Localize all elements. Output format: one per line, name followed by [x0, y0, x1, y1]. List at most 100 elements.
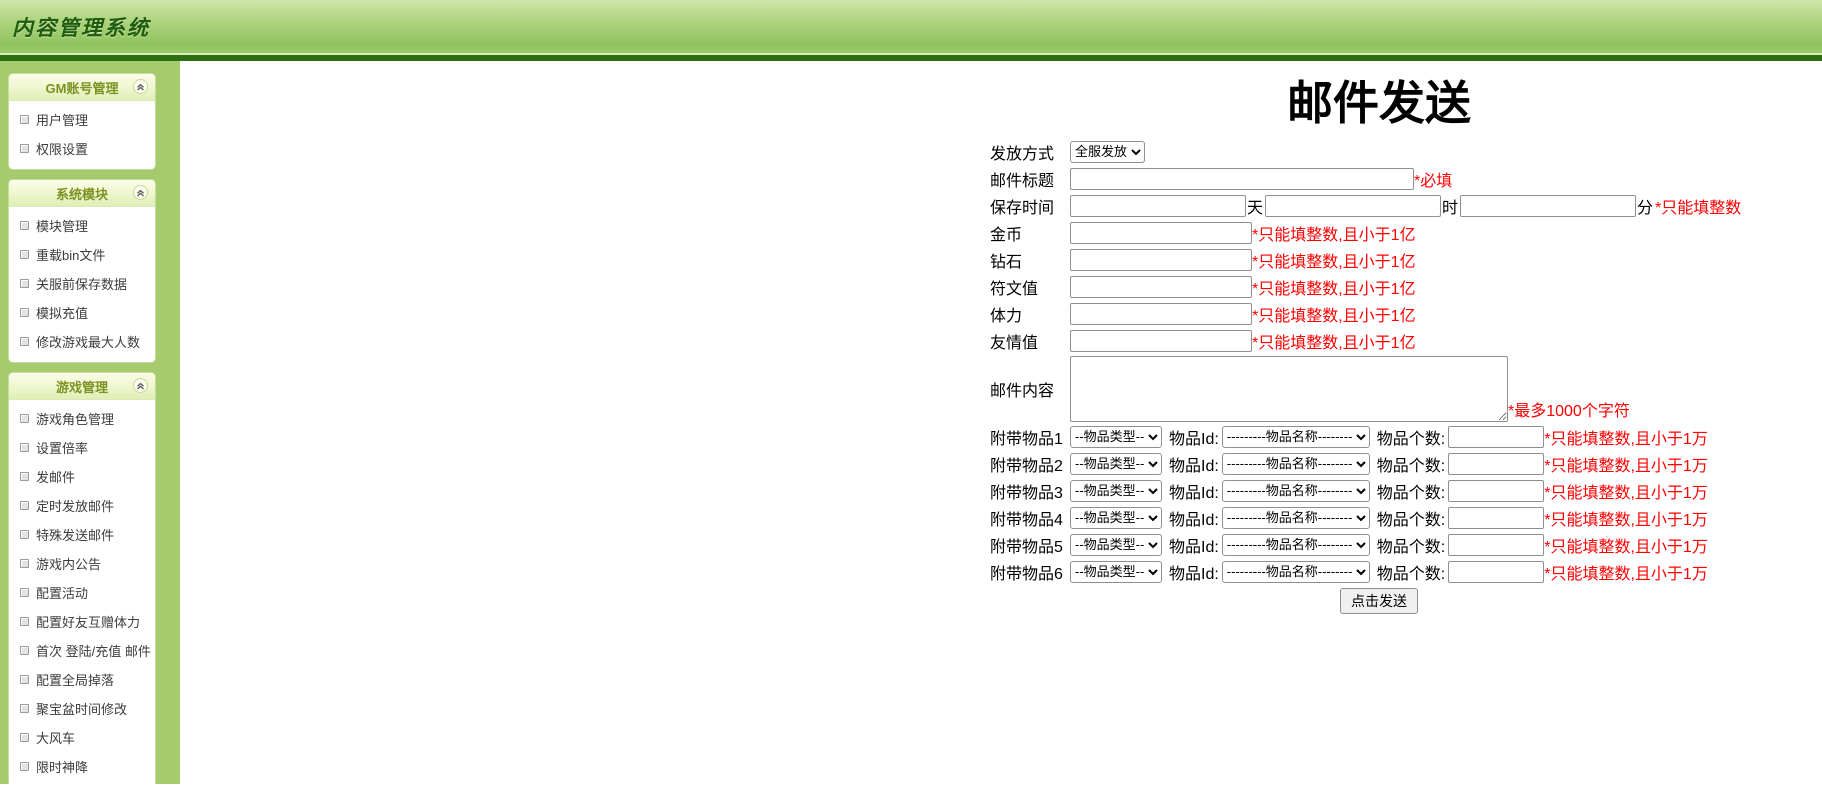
save-time-hours-input[interactable]	[1265, 194, 1442, 217]
friendship-label: 友情值	[990, 334, 1039, 352]
unit-day: 天	[1247, 199, 1264, 217]
item-type-select-4[interactable]: --物品类型--	[1070, 506, 1162, 529]
diamond-label: 钻石	[990, 253, 1023, 271]
item-count-input-6[interactable]	[1448, 560, 1545, 583]
bullet-icon	[20, 646, 29, 655]
sidebar-item-set-multiplier[interactable]: 设置倍率	[9, 433, 155, 462]
page-title: 邮件发送	[1287, 77, 1471, 129]
mail-title-input[interactable]	[1070, 167, 1414, 190]
item-type-select-2[interactable]: --物品类型--	[1070, 452, 1162, 475]
sidebar-item-first-login-recharge-mail[interactable]: 首次 登陆/充值 邮件	[9, 636, 155, 665]
item-name-select-3[interactable]: ---------物品名称--------	[1221, 479, 1370, 502]
rune-label: 符文值	[990, 280, 1039, 298]
panel-title: GM账号管理	[45, 80, 119, 96]
item-count-input-3[interactable]	[1448, 479, 1545, 502]
item-count-note: *只能填整数,且小于1万	[1544, 484, 1708, 502]
attached-item-row-2: 附带物品2 --物品类型-- 物品Id: ---------物品名称------…	[990, 452, 1768, 476]
sidebar-item-label: 关服前保存数据	[36, 277, 128, 292]
submit-row: 点击发送	[990, 587, 1768, 614]
rune-input[interactable]	[1070, 275, 1252, 298]
diamond-note: *只能填整数,且小于1亿	[1252, 253, 1416, 271]
collapse-icon[interactable]	[133, 378, 148, 393]
diamond-input[interactable]	[1070, 248, 1252, 271]
collapse-icon[interactable]	[133, 185, 148, 200]
save-time-minutes-input[interactable]	[1460, 194, 1637, 217]
sidebar-item-label: 修改游戏最大人数	[36, 335, 141, 350]
attached-item-label: 附带物品2	[990, 457, 1063, 475]
item-type-select-5[interactable]: --物品类型--	[1070, 533, 1162, 556]
sidebar-item-label: 发邮件	[36, 470, 76, 485]
mail-content-note: *最多1000个字符	[1508, 402, 1630, 420]
sidebar-item-user-management[interactable]: 用户管理	[9, 105, 155, 134]
sidebar-item-label: 游戏内公告	[36, 557, 102, 572]
bullet-icon	[20, 337, 29, 346]
sidebar-item-friend-stamina[interactable]: 配置好友互赠体力	[9, 607, 155, 636]
bullet-icon	[20, 617, 29, 626]
sidebar-panel-system-modules: 系统模块 模块管理 重载bin文件 关服前保存数据 模拟充值 修改游戏最大人数	[9, 180, 155, 362]
bullet-icon	[20, 221, 29, 230]
diamond-row: 钻石 *只能填整数,且小于1亿	[990, 248, 1768, 272]
sidebar-item-game-role-management[interactable]: 游戏角色管理	[9, 404, 155, 433]
mail-send-form: 邮件发送 发放方式 全服发放 邮件标题 *必填 保存时间 天 时 分 *只能填整…	[990, 77, 1768, 614]
item-id-label: 物品Id:	[1169, 538, 1219, 556]
sidebar-item-label: 聚宝盆时间修改	[36, 702, 128, 717]
collapse-icon[interactable]	[133, 79, 148, 94]
gold-input[interactable]	[1070, 221, 1252, 244]
sidebar-item-label: 游戏角色管理	[36, 412, 115, 427]
sidebar-item-save-before-shutdown[interactable]: 关服前保存数据	[9, 269, 155, 298]
sidebar-item-global-drop[interactable]: 配置全局掉落	[9, 665, 155, 694]
mail-content-textarea[interactable]	[1070, 355, 1508, 422]
panel-header-system-modules[interactable]: 系统模块	[9, 180, 155, 207]
sidebar-item-big-windmill[interactable]: 大风车	[9, 723, 155, 752]
panel-header-game-management[interactable]: 游戏管理	[9, 373, 155, 400]
send-mode-select[interactable]: 全服发放	[1070, 140, 1145, 163]
unit-minute: 分	[1637, 199, 1654, 217]
sidebar-item-label: 限时神降	[36, 760, 89, 775]
stamina-input[interactable]	[1070, 302, 1252, 325]
item-type-select-3[interactable]: --物品类型--	[1070, 479, 1162, 502]
sidebar-item-label: 大风车	[36, 731, 76, 746]
sidebar-item-special-mail[interactable]: 特殊发送邮件	[9, 520, 155, 549]
sidebar-item-configure-activity[interactable]: 配置活动	[9, 578, 155, 607]
attached-item-label: 附带物品4	[990, 511, 1063, 529]
sidebar-item-label: 定时发放邮件	[36, 499, 115, 514]
sidebar-item-cornucopia-time[interactable]: 聚宝盆时间修改	[9, 694, 155, 723]
bullet-icon	[20, 530, 29, 539]
mail-title-label: 邮件标题	[990, 172, 1055, 190]
save-time-days-input[interactable]	[1070, 194, 1246, 217]
item-count-input-1[interactable]	[1448, 425, 1545, 448]
panel-header-gm-account[interactable]: GM账号管理	[9, 74, 155, 101]
item-name-select-5[interactable]: ---------物品名称--------	[1221, 533, 1370, 556]
stamina-note: *只能填整数,且小于1亿	[1252, 307, 1416, 325]
item-count-input-5[interactable]	[1448, 533, 1545, 556]
item-name-select-2[interactable]: ---------物品名称--------	[1221, 452, 1370, 475]
item-name-select-4[interactable]: ---------物品名称--------	[1221, 506, 1370, 529]
bullet-icon	[20, 733, 29, 742]
send-button[interactable]: 点击发送	[1340, 587, 1418, 614]
sidebar-item-limited-god-descent[interactable]: 限时神降	[9, 752, 155, 781]
sidebar-item-reload-bin[interactable]: 重载bin文件	[9, 240, 155, 269]
item-id-label: 物品Id:	[1169, 511, 1219, 529]
friendship-input[interactable]	[1070, 329, 1252, 352]
item-name-select-6[interactable]: ---------物品名称--------	[1221, 560, 1370, 583]
app-header: 内容管理系统	[0, 0, 1822, 55]
sidebar-item-permission-settings[interactable]: 权限设置	[9, 134, 155, 163]
sidebar-item-simulate-recharge[interactable]: 模拟充值	[9, 298, 155, 327]
item-type-select-1[interactable]: --物品类型--	[1070, 425, 1162, 448]
sidebar-item-send-mail[interactable]: 发邮件	[9, 462, 155, 491]
bullet-icon	[20, 115, 29, 124]
item-count-label: 物品个数:	[1376, 538, 1446, 556]
sidebar-item-label: 配置全局掉落	[36, 673, 115, 688]
item-type-select-6[interactable]: --物品类型--	[1070, 560, 1162, 583]
attached-item-row-1: 附带物品1 --物品类型-- 物品Id: ---------物品名称------…	[990, 425, 1768, 449]
item-count-input-2[interactable]	[1448, 452, 1545, 475]
save-time-row: 保存时间 天 时 分 *只能填整数	[990, 194, 1768, 218]
sidebar-item-scheduled-mail[interactable]: 定时发放邮件	[9, 491, 155, 520]
sidebar-item-ingame-announcement[interactable]: 游戏内公告	[9, 549, 155, 578]
mail-content-label: 邮件内容	[990, 382, 1055, 400]
sidebar-item-module-management[interactable]: 模块管理	[9, 211, 155, 240]
gold-note: *只能填整数,且小于1亿	[1252, 226, 1416, 244]
item-name-select-1[interactable]: ---------物品名称--------	[1221, 425, 1370, 448]
sidebar-item-max-players[interactable]: 修改游戏最大人数	[9, 327, 155, 356]
item-count-input-4[interactable]	[1448, 506, 1545, 529]
